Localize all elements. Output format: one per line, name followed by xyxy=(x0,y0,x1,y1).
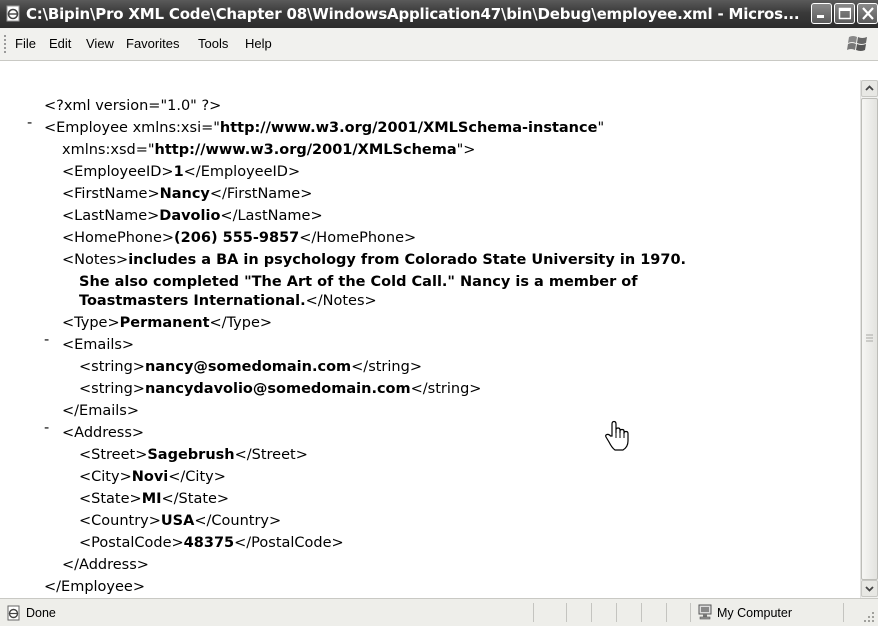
collapse-address-toggle[interactable]: - xyxy=(44,420,49,436)
status-divider xyxy=(690,603,691,622)
status-divider xyxy=(641,603,642,622)
status-divider xyxy=(666,603,667,622)
thumb-grip-icon xyxy=(866,334,873,342)
address-close-tag: </Address> xyxy=(62,557,149,573)
scroll-thumb[interactable] xyxy=(861,98,878,580)
state-line: <State>MI</State> xyxy=(79,491,230,507)
status-divider xyxy=(843,603,844,622)
menu-help[interactable]: Help xyxy=(245,36,272,51)
scroll-up-arrow-icon xyxy=(865,85,874,91)
windows-flag-icon xyxy=(847,36,867,51)
status-divider xyxy=(533,603,534,622)
notes-line-2: She also completed "The Art of the Cold … xyxy=(79,274,638,290)
menu-edit[interactable]: Edit xyxy=(49,36,71,51)
type-line: <Type>Permanent</Type> xyxy=(62,315,273,331)
my-computer-icon xyxy=(698,604,712,620)
close-icon xyxy=(862,7,874,20)
status-divider xyxy=(591,603,592,622)
close-button[interactable] xyxy=(857,3,878,24)
minimize-button[interactable] xyxy=(811,3,832,24)
status-divider xyxy=(566,603,567,622)
country-line: <Country>USA</Country> xyxy=(79,513,282,529)
scroll-down-arrow-icon xyxy=(865,586,874,592)
emails-open-tag: <Emails> xyxy=(62,337,135,353)
hand-cursor-icon xyxy=(605,420,629,451)
street-line: <Street>Sagebrush</Street> xyxy=(79,447,308,463)
xml-declaration: <?xml version="1.0" ?> xyxy=(44,98,222,114)
status-bar: Done My Computer xyxy=(0,598,878,626)
collapse-employee-toggle[interactable]: - xyxy=(27,115,32,131)
xml-content: <?xml version="1.0" ?> - <Employee xmlns… xyxy=(0,80,860,598)
menu-tools[interactable]: Tools xyxy=(198,36,228,51)
notes-line-3: Toastmasters International.</Notes> xyxy=(79,293,377,309)
email-string-2: <string>nancydavolio@somedomain.com</str… xyxy=(79,381,482,397)
status-text: Done xyxy=(26,606,56,620)
ie-page-icon xyxy=(6,5,20,22)
resize-grip-icon[interactable] xyxy=(862,610,876,624)
city-line: <City>Novi</City> xyxy=(79,469,226,485)
employee-close-tag: </Employee> xyxy=(44,579,145,595)
scroll-down-button[interactable] xyxy=(861,580,878,597)
status-divider xyxy=(616,603,617,622)
collapse-emails-toggle[interactable]: - xyxy=(44,332,49,348)
menu-favorites[interactable]: Favorites xyxy=(126,36,179,51)
last-name-line: <LastName>Davolio</LastName> xyxy=(62,208,323,224)
postal-code-line: <PostalCode>48375</PostalCode> xyxy=(79,535,344,551)
xmlns-xsd-attr: xmlns:xsd="http://www.w3.org/2001/XMLSch… xyxy=(62,142,476,158)
toolbar-grip[interactable] xyxy=(4,35,6,53)
email-string-1: <string>nancy@somedomain.com</string> xyxy=(79,359,422,375)
notes-line-1: <Notes>includes a BA in psychology from … xyxy=(62,252,687,268)
security-zone-text: My Computer xyxy=(717,606,793,620)
employee-id-line: <EmployeeID>1</EmployeeID> xyxy=(62,164,301,180)
maximize-icon xyxy=(838,7,851,20)
address-open-tag: <Address> xyxy=(62,425,145,441)
window-title: C:\Bipin\Pro XML Code\Chapter 08\Windows… xyxy=(26,5,800,23)
maximize-button[interactable] xyxy=(834,3,855,24)
first-name-line: <FirstName>Nancy</FirstName> xyxy=(62,186,313,202)
menu-bar: File Edit View Favorites Tools Help xyxy=(0,28,878,61)
vertical-scrollbar[interactable] xyxy=(860,80,878,598)
page-done-icon xyxy=(7,605,20,621)
menu-file[interactable]: File xyxy=(15,36,36,51)
employee-open-tag: <Employee xmlns:xsi="http://www.w3.org/2… xyxy=(44,120,605,136)
scroll-up-button[interactable] xyxy=(861,80,878,97)
minimize-icon xyxy=(817,15,824,18)
menu-view[interactable]: View xyxy=(86,36,114,51)
home-phone-line: <HomePhone>(206) 555-9857</HomePhone> xyxy=(62,230,417,246)
title-bar: C:\Bipin\Pro XML Code\Chapter 08\Windows… xyxy=(0,0,878,28)
emails-close-tag: </Emails> xyxy=(62,403,139,419)
